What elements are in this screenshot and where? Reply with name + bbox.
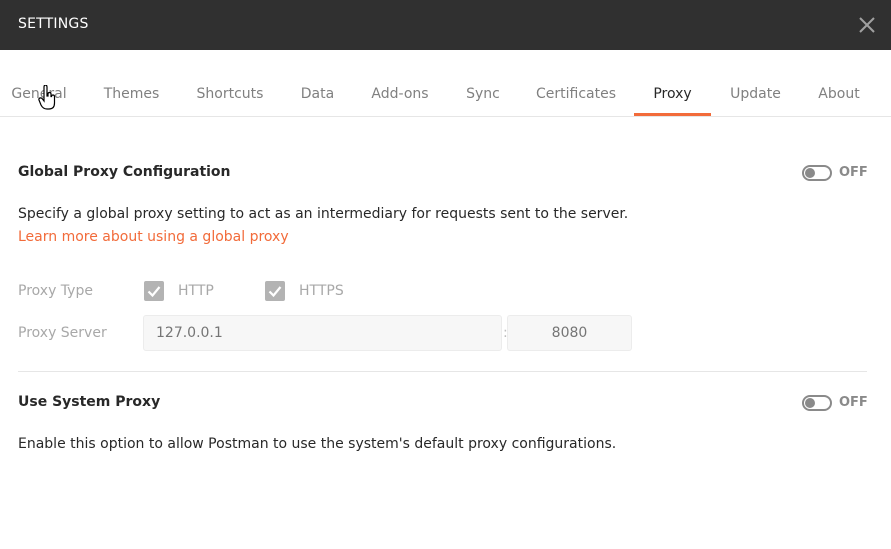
toggle-knob [805,168,815,178]
proxy-type-label: Proxy Type [18,283,93,299]
tab-certificates[interactable]: Certificates [536,50,616,116]
section-divider [18,371,867,372]
https-label: HTTPS [299,283,344,299]
proxy-server-input[interactable] [143,315,502,351]
tab-about[interactable]: About [817,50,861,116]
hand-cursor-icon [38,84,56,111]
settings-title: SETTINGS [18,16,89,32]
system-proxy-description: Enable this option to allow Postman to u… [18,436,617,452]
global-proxy-description: Specify a global proxy setting to act as… [18,206,629,222]
settings-tabs: General Themes Shortcuts Data Add-ons Sy… [0,50,891,117]
check-icon [268,286,282,298]
system-proxy-toggle[interactable] [802,395,832,411]
global-proxy-title: Global Proxy Configuration [18,164,231,180]
tab-themes[interactable]: Themes [103,50,160,116]
http-checkbox[interactable] [144,281,164,301]
https-checkbox[interactable] [265,281,285,301]
check-icon [147,286,161,298]
learn-more-link[interactable]: Learn more about using a global proxy [18,229,289,245]
global-proxy-toggle-state: OFF [839,165,868,180]
tab-data[interactable]: Data [300,50,335,116]
system-proxy-title: Use System Proxy [18,394,161,410]
settings-header: SETTINGS [0,0,891,50]
system-proxy-toggle-state: OFF [839,395,868,410]
proxy-port-input[interactable] [507,315,632,351]
tab-add-ons[interactable]: Add-ons [370,50,430,116]
tab-shortcuts[interactable]: Shortcuts [196,50,264,116]
toggle-knob [805,398,815,408]
tab-update[interactable]: Update [729,50,782,116]
tab-proxy[interactable]: Proxy [634,50,711,116]
global-proxy-toggle[interactable] [802,165,832,181]
http-label: HTTP [178,283,214,299]
tab-sync[interactable]: Sync [466,50,500,116]
proxy-server-label: Proxy Server [18,325,107,341]
close-icon[interactable] [855,13,879,37]
